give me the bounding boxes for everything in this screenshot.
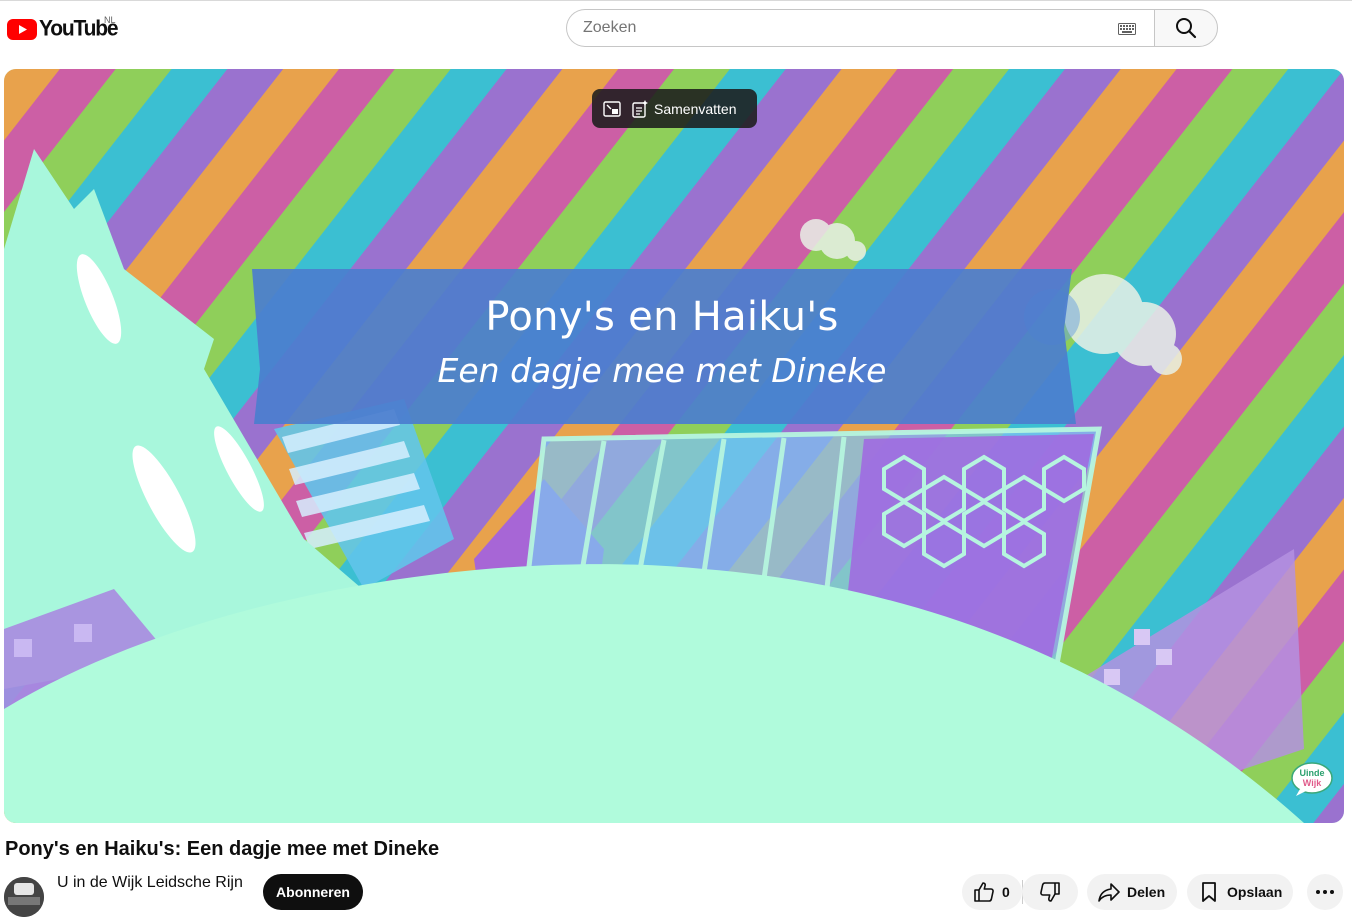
bookmark-icon — [1202, 882, 1216, 902]
youtube-logo-icon — [7, 18, 37, 40]
search-box — [566, 9, 1154, 47]
like-button[interactable]: 0 — [962, 874, 1022, 910]
youtube-logo[interactable]: YouTube — [7, 14, 119, 44]
more-horizontal-icon — [1316, 890, 1334, 894]
picture-in-picture-icon — [603, 100, 621, 117]
summarize-icon — [632, 99, 648, 118]
share-arrow-icon — [1098, 883, 1120, 902]
search-input[interactable] — [567, 10, 1105, 46]
region-code: NL — [104, 15, 116, 25]
thumbs-down-icon — [1040, 882, 1060, 902]
search-icon — [1176, 18, 1197, 39]
keyboard-icon[interactable] — [1118, 23, 1136, 35]
summarize-label: Samenvatten — [654, 100, 737, 117]
top-border — [0, 0, 1352, 1]
ai-overlay-toolbar: Samenvatten — [592, 89, 757, 128]
picture-in-picture-button[interactable] — [592, 89, 632, 128]
channel-avatar[interactable] — [4, 877, 44, 917]
summarize-button[interactable]: Samenvatten — [632, 89, 737, 128]
channel-name[interactable]: U in de Wijk Leidsche Rijn — [57, 874, 243, 892]
svg-text:Uinde: Uinde — [1299, 768, 1324, 778]
video-player[interactable]: Pony's en Haiku's Een dagje mee met Dine… — [4, 69, 1344, 823]
dislike-button[interactable] — [1022, 874, 1078, 910]
frame-subtitle: Een dagje mee met Dineke — [437, 351, 887, 390]
share-button[interactable]: Delen — [1087, 874, 1177, 910]
channel-watermark-logo: Uinde Wijk — [1291, 762, 1333, 796]
subscribe-button[interactable]: Abonneren — [263, 874, 363, 910]
frame-title: Pony's en Haiku's — [485, 294, 839, 340]
save-button[interactable]: Opslaan — [1187, 874, 1293, 910]
video-title: Pony's en Haiku's: Een dagje mee met Din… — [5, 838, 440, 860]
more-actions-button[interactable] — [1307, 874, 1343, 910]
video-frame — [4, 69, 1344, 823]
avatar-image — [4, 877, 44, 917]
svg-text:Wijk: Wijk — [1303, 778, 1322, 788]
thumbs-up-icon — [974, 882, 994, 902]
search-button[interactable] — [1154, 9, 1218, 47]
